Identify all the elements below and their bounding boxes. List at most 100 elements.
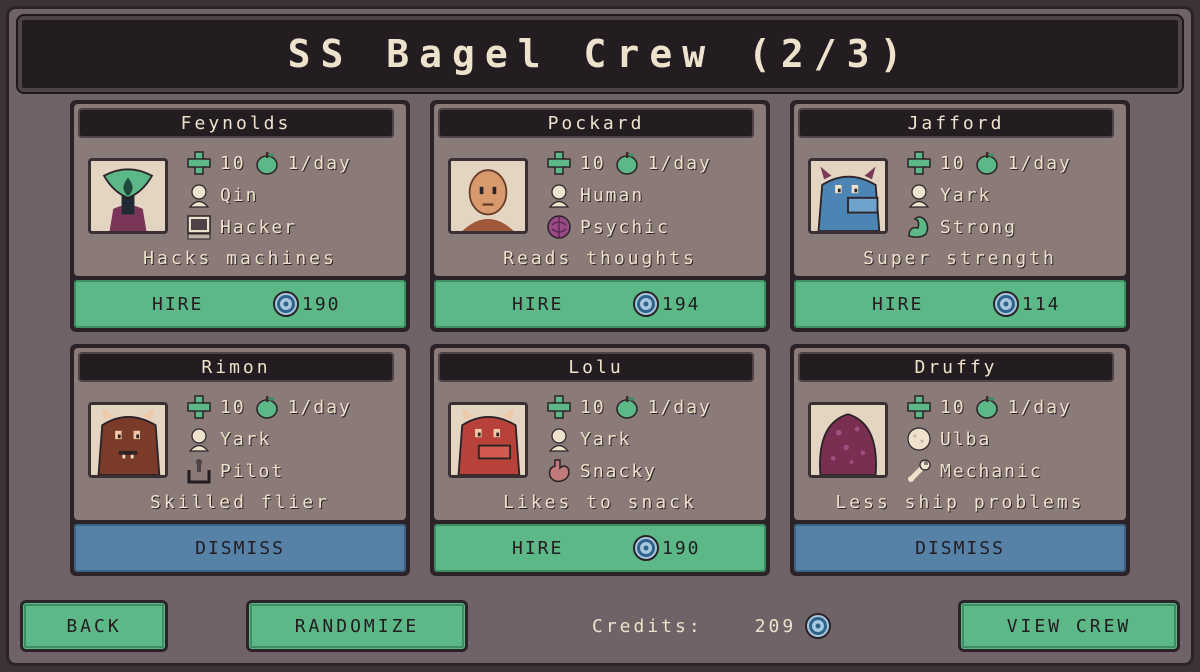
species-head-icon bbox=[186, 426, 212, 452]
role-value: Psychic bbox=[580, 216, 670, 238]
back-button[interactable]: BACK bbox=[20, 600, 168, 652]
view-crew-button-label: VIEW CREW bbox=[1006, 615, 1132, 637]
coin-icon bbox=[632, 534, 660, 562]
cost-value: 190 bbox=[302, 293, 341, 315]
crew-card: Druffy 10 1/day Ulba Mechanic Less ship … bbox=[790, 344, 1130, 576]
hire-cost: 114 bbox=[992, 290, 1061, 318]
role-value: Snacky bbox=[580, 460, 658, 482]
crew-name: Feynolds bbox=[78, 108, 394, 138]
hire-button[interactable]: HIRE 190 bbox=[74, 280, 406, 328]
health-plus-icon bbox=[186, 150, 212, 176]
crew-card: Lolu 10 1/day Yark Snacky Likes to snack… bbox=[430, 344, 770, 576]
cost-value: 190 bbox=[662, 537, 701, 559]
action-label: HIRE bbox=[152, 293, 204, 315]
health-value: 10 bbox=[580, 396, 606, 418]
role-row: Hacker bbox=[186, 214, 297, 240]
species-row: Yark bbox=[186, 426, 271, 452]
crew-description: Super strength bbox=[863, 248, 1057, 269]
species-value: Human bbox=[580, 184, 645, 206]
food-apple-icon bbox=[614, 394, 640, 420]
coin-icon bbox=[632, 290, 660, 318]
health-plus-icon bbox=[546, 394, 572, 420]
action-label: HIRE bbox=[872, 293, 924, 315]
species-head-icon bbox=[186, 182, 212, 208]
species-value: Yark bbox=[580, 428, 632, 450]
role-value: Pilot bbox=[220, 460, 285, 482]
hire-button[interactable]: HIRE 114 bbox=[794, 280, 1126, 328]
hire-cost: 190 bbox=[272, 290, 341, 318]
hire-cost: 190 bbox=[632, 534, 701, 562]
coin-icon bbox=[804, 612, 832, 640]
view-crew-button[interactable]: VIEW CREW bbox=[958, 600, 1180, 652]
stomach-icon bbox=[546, 458, 572, 484]
crew-name: Pockard bbox=[438, 108, 754, 138]
food-apple-icon bbox=[974, 394, 1000, 420]
crew-description: Hacks machines bbox=[143, 248, 337, 269]
credits-amount: 209 bbox=[754, 615, 797, 637]
species-row: Yark bbox=[906, 182, 991, 208]
species-head-icon bbox=[546, 182, 572, 208]
wrench-icon bbox=[906, 458, 932, 484]
health-plus-icon bbox=[546, 150, 572, 176]
species-row: Yark bbox=[546, 426, 631, 452]
crew-portrait bbox=[88, 158, 168, 234]
health-row: 10 1/day bbox=[186, 394, 352, 420]
back-button-label: BACK bbox=[66, 615, 122, 637]
health-row: 10 1/day bbox=[546, 394, 712, 420]
health-row: 10 1/day bbox=[906, 394, 1072, 420]
credits-label: Credits: bbox=[592, 615, 703, 637]
crew-name: Jafford bbox=[798, 108, 1114, 138]
crew-name: Rimon bbox=[78, 352, 394, 382]
crew-description: Skilled flier bbox=[150, 492, 330, 513]
crew-portrait bbox=[448, 402, 528, 478]
species-row: Qin bbox=[186, 182, 259, 208]
health-value: 10 bbox=[220, 396, 246, 418]
role-value: Hacker bbox=[220, 216, 298, 238]
action-label: HIRE bbox=[512, 293, 564, 315]
page-title: SS Bagel Crew (2/3) bbox=[287, 32, 913, 76]
crew-card: Jafford 10 1/day Yark Strong Super stren… bbox=[790, 100, 1130, 332]
health-plus-icon bbox=[186, 394, 212, 420]
role-row: Psychic bbox=[546, 214, 670, 240]
hire-cost: 194 bbox=[632, 290, 701, 318]
role-row: Strong bbox=[906, 214, 1017, 240]
crew-card: Pockard 10 1/day Human Psychic Reads tho… bbox=[430, 100, 770, 332]
crew-card: Rimon 10 1/day Yark Pilot Skilled flier … bbox=[70, 344, 410, 576]
health-value: 10 bbox=[940, 396, 966, 418]
credits-display: Credits: 209 bbox=[592, 612, 832, 640]
food-apple-icon bbox=[254, 394, 280, 420]
crew-portrait bbox=[448, 158, 528, 234]
crew-portrait bbox=[808, 158, 888, 234]
crew-card: Feynolds 10 1/day Qin Hacker Hacks machi… bbox=[70, 100, 410, 332]
food-value: 1/day bbox=[647, 396, 712, 418]
crew-description: Reads thoughts bbox=[503, 248, 697, 269]
food-value: 1/day bbox=[647, 152, 712, 174]
food-apple-icon bbox=[254, 150, 280, 176]
crew-name: Druffy bbox=[798, 352, 1114, 382]
dismiss-button[interactable]: DISMISS bbox=[74, 524, 406, 572]
species-value: Ulba bbox=[940, 428, 992, 450]
species-row: Ulba bbox=[906, 426, 991, 452]
action-label: DISMISS bbox=[915, 537, 1005, 559]
health-value: 10 bbox=[580, 152, 606, 174]
health-plus-icon bbox=[906, 150, 932, 176]
health-plus-icon bbox=[906, 394, 932, 420]
food-value: 1/day bbox=[1007, 396, 1072, 418]
health-value: 10 bbox=[940, 152, 966, 174]
crew-portrait bbox=[88, 402, 168, 478]
joystick-icon bbox=[186, 458, 212, 484]
dismiss-button[interactable]: DISMISS bbox=[794, 524, 1126, 572]
species-value: Yark bbox=[940, 184, 992, 206]
hire-button[interactable]: HIRE 190 bbox=[434, 524, 766, 572]
food-value: 1/day bbox=[287, 396, 352, 418]
hire-button[interactable]: HIRE 194 bbox=[434, 280, 766, 328]
species-value: Yark bbox=[220, 428, 272, 450]
brain-icon bbox=[546, 214, 572, 240]
coin-icon bbox=[272, 290, 300, 318]
muscle-icon bbox=[906, 214, 932, 240]
action-label: DISMISS bbox=[195, 537, 285, 559]
food-apple-icon bbox=[614, 150, 640, 176]
cost-value: 114 bbox=[1022, 293, 1061, 315]
randomize-button-label: RANDOMIZE bbox=[294, 615, 420, 637]
randomize-button[interactable]: RANDOMIZE bbox=[246, 600, 468, 652]
